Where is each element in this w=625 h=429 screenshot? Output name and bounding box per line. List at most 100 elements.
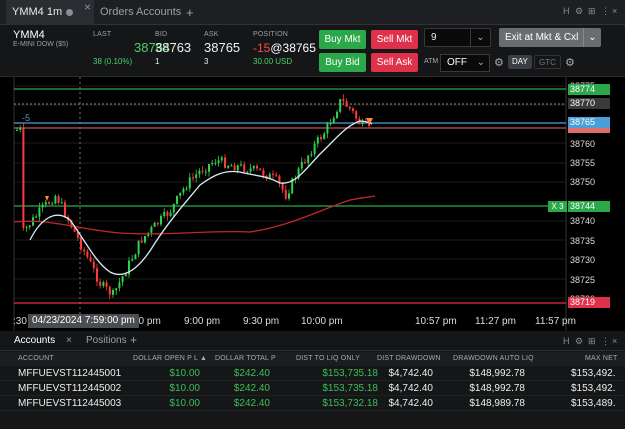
col-max-net[interactable]: MAX NET (585, 355, 618, 362)
price-label: 38760 (570, 139, 596, 149)
candle-body (182, 188, 185, 193)
candle-body (240, 164, 242, 166)
candle-body (112, 290, 114, 295)
cell-dist-liq: $153,732.18 (322, 398, 378, 409)
panel-settings-icon[interactable]: ⚙ (575, 336, 583, 347)
close-window-icon[interactable]: × (612, 6, 617, 16)
position-qty-tag[interactable]: X 3 (548, 201, 567, 212)
quantity-input[interactable]: 9 ⌄ (424, 28, 491, 47)
panel-close-icon[interactable]: × (612, 336, 617, 346)
add-panel-tab-button[interactable]: + (130, 333, 137, 347)
panel-more-icon[interactable]: ⋮ (601, 336, 610, 347)
col-dist-liq[interactable]: DIST TO LIQ ONLY (296, 355, 360, 362)
candle-body (348, 106, 351, 109)
atm-settings-icon[interactable]: ⚙ (494, 56, 504, 69)
table-row[interactable]: MFFUEVST112445002 $10.00 $242.40 $153,73… (0, 381, 625, 396)
candle-body (329, 123, 332, 125)
candle-body (316, 137, 319, 144)
close-tab-icon[interactable]: × (84, 0, 91, 14)
exit-dropdown-icon[interactable]: ⌄ (583, 28, 601, 47)
settings-icon[interactable]: ⚙ (575, 6, 583, 17)
sell-ask-button[interactable]: Sell Ask (371, 53, 418, 72)
tab-chart-ymm4[interactable]: YMM4 1m (6, 0, 94, 25)
price-label: 38730 (570, 255, 596, 265)
candle-body (115, 288, 118, 291)
table-row[interactable]: MFFUEVST112445001 $10.00 $242.40 $153,73… (0, 366, 625, 381)
tab-chart-label: YMM4 1m (12, 6, 63, 18)
gtc-toggle[interactable]: GTC (534, 55, 561, 69)
cell-dist-dd: $4,742.40 (388, 383, 434, 394)
tab-orders[interactable]: Orders (100, 0, 134, 25)
cell-dist-dd: $4,742.40 (388, 398, 434, 409)
cell-account: MFFUEVST112445001 (18, 368, 122, 379)
sell-mkt-button[interactable]: Sell Mkt (371, 30, 418, 49)
candle-body (163, 211, 166, 217)
candle-body (227, 165, 230, 168)
candle-body (192, 177, 194, 179)
atm-select[interactable]: OFF ⌄ (440, 54, 490, 72)
candle-body (19, 127, 22, 130)
candle-body (41, 204, 44, 208)
layout-icon[interactable]: ⊞ (588, 6, 596, 17)
buy-mkt-button[interactable]: Buy Mkt (319, 30, 366, 49)
candle-body (249, 168, 252, 172)
candle-body (44, 202, 47, 205)
table-header: ACCOUNT DOLLAR OPEN P L ▲ DOLLAR TOTAL P… (0, 352, 625, 366)
candle-body (198, 170, 201, 175)
candle-body (211, 163, 214, 165)
candle-body (230, 165, 233, 167)
table-row[interactable]: MFFUEVST112445003 $10.00 $242.40 $153,73… (0, 396, 625, 411)
candle-body (176, 195, 178, 204)
candle-body (124, 274, 127, 277)
help-icon[interactable]: H (563, 6, 570, 16)
candle-body (262, 170, 265, 176)
col-total-pl[interactable]: DOLLAR TOTAL P (215, 355, 276, 362)
price-chart[interactable]: -5 (0, 77, 625, 331)
tif-settings-icon[interactable]: ⚙ (565, 56, 575, 69)
candle-body (89, 257, 92, 262)
candle-body (57, 196, 60, 203)
candle-body (25, 227, 28, 229)
candle-body (313, 143, 316, 155)
col-open-pl[interactable]: DOLLAR OPEN P L ▲ (133, 355, 207, 362)
ask-label: ASK (204, 31, 219, 38)
candle-body (51, 203, 54, 205)
close-accounts-tab-icon[interactable]: × (66, 335, 72, 346)
ask-value: 38765 (204, 40, 241, 55)
candle-body (22, 127, 25, 228)
candle-body (233, 165, 236, 171)
cell-account: MFFUEVST112445002 (18, 383, 122, 394)
candle-body (92, 261, 95, 269)
panel-layout-icon[interactable]: ⊞ (588, 336, 596, 347)
tab-accounts[interactable]: Accounts (136, 0, 181, 25)
candle-body (48, 202, 50, 204)
atm-chevron-icon: ⌄ (476, 57, 485, 68)
add-tab-button[interactable]: + (186, 0, 194, 25)
candle-body (137, 240, 140, 255)
candle-body (332, 118, 335, 124)
buy-bid-button[interactable]: Buy Bid (319, 53, 366, 72)
day-toggle[interactable]: DAY (508, 55, 532, 69)
cell-total-pl: $242.40 (233, 368, 270, 379)
candle-body (208, 164, 210, 172)
candle-body (102, 282, 105, 286)
tab-accounts-bottom[interactable]: Accounts (14, 335, 55, 346)
more-icon[interactable]: ⋮ (601, 6, 610, 17)
col-drawdown-auto-liq[interactable]: DRAWDOWN AUTO LIQ (453, 355, 534, 362)
candle-body (121, 276, 124, 283)
candle-body (64, 202, 66, 217)
candle-body (224, 157, 226, 168)
candle-body (166, 211, 169, 216)
position-qty-label: 3 (559, 202, 564, 211)
candle-body (281, 183, 284, 190)
accounts-panel: Accounts × Positions + H ⚙ ⊞ ⋮ × ACCOUNT… (0, 331, 625, 429)
col-dist-drawdown[interactable]: DIST DRAWDOWN (377, 355, 441, 362)
col-account[interactable]: ACCOUNT (18, 355, 54, 362)
time-label: 9:00 pm (184, 316, 221, 327)
candle-body (304, 161, 306, 163)
chevron-down-icon[interactable]: ⌄ (470, 29, 490, 46)
tab-positions[interactable]: Positions (86, 335, 127, 346)
panel-help-icon[interactable]: H (563, 336, 570, 346)
exit-at-mkt-button[interactable]: Exit at Mkt & Cxl ⌄ (499, 28, 601, 47)
price-tag-top: 38774 (568, 84, 610, 95)
